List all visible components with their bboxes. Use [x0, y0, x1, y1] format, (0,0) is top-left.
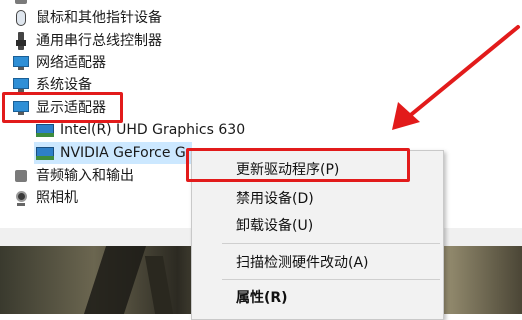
usb-icon [12, 32, 30, 50]
tree-item-camera[interactable]: 照相机 [12, 187, 78, 209]
tree-item-label: NVIDIA GeForce G [60, 145, 186, 161]
tree-item-usb[interactable]: 通用串行总线控制器 [12, 30, 162, 52]
mouse-icon [12, 9, 30, 27]
tree-item-audio[interactable]: 音频输入和输出 [12, 165, 134, 187]
tree-item-network[interactable]: 网络适配器 [12, 52, 106, 74]
menu-item-disable-device[interactable]: 禁用设备(D) [236, 187, 314, 211]
device-icon [12, 0, 30, 7]
menu-separator [222, 243, 440, 244]
tree-item-nvidia-gpu[interactable]: NVIDIA GeForce G [34, 142, 192, 164]
camera-icon [12, 189, 30, 207]
tree-item-mouse[interactable]: 鼠标和其他指针设备 [12, 7, 162, 29]
speaker-icon [12, 167, 30, 185]
gpu-icon [36, 144, 54, 162]
highlight-box-display-adapter [2, 92, 123, 123]
menu-item-properties[interactable]: 属性(R) [236, 286, 288, 310]
tree-item-label: 照相机 [36, 190, 78, 206]
menu-separator [222, 279, 440, 280]
highlight-box-update-driver [186, 148, 410, 182]
menu-item-scan-hardware[interactable]: 扫描检测硬件改动(A) [236, 251, 369, 275]
tree-item-label: 鼠标和其他指针设备 [36, 10, 162, 26]
gpu-icon [36, 121, 54, 139]
tree-item-label: 通用串行总线控制器 [36, 33, 162, 49]
network-adapter-icon [12, 54, 30, 72]
menu-item-uninstall-device[interactable]: 卸载设备(U) [236, 214, 313, 238]
tree-item-label: 音频输入和输出 [36, 168, 134, 184]
tree-item-label: 网络适配器 [36, 55, 106, 71]
